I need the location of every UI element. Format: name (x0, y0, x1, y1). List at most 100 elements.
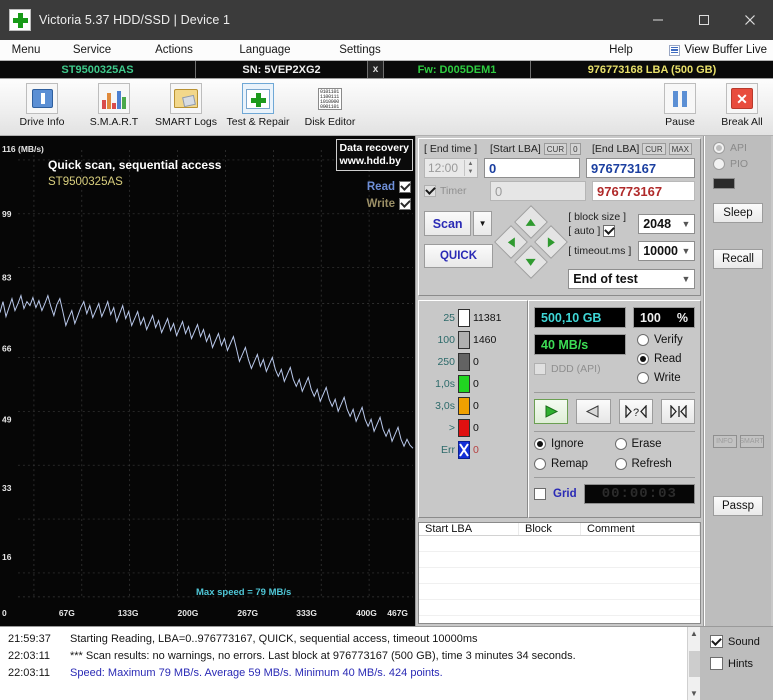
defects-table[interactable]: Start LBA Block Comment (418, 522, 701, 624)
start-lba-cur-button[interactable]: CUR (543, 143, 568, 155)
svg-text:467G: 467G (387, 608, 408, 618)
block-swatch-3 (458, 375, 470, 393)
step-query-button[interactable]: ? (618, 399, 653, 424)
legend-read-checkbox[interactable] (399, 181, 411, 193)
view-buffer-live-button[interactable]: View Buffer Live (669, 44, 767, 56)
ignore-radio-dot (534, 438, 546, 450)
scan-settings-panel: [ End time ] [Start LBA] CUR 0 [End LBA]… (418, 138, 701, 296)
action-remap-label: Remap (551, 458, 589, 470)
action-remap-radio[interactable]: Remap (534, 458, 615, 470)
block-row-5: > 0 (425, 417, 523, 439)
rail-small-right-button[interactable]: SMART (739, 435, 764, 448)
column-start-lba: Start LBA (419, 523, 519, 535)
menu-item-service[interactable]: Service (52, 40, 132, 60)
quick-button[interactable]: QUICK (424, 244, 493, 268)
legend-write-row[interactable]: Write (366, 198, 411, 210)
buffer-lines-icon (669, 44, 681, 56)
percent-readout: 100 % (633, 307, 695, 328)
toolbar-smart[interactable]: S.M.A.R.T (78, 81, 150, 134)
toolbar-drive-info[interactable]: Drive Info (6, 81, 78, 134)
navigation-pad[interactable] (494, 205, 568, 279)
mode-write-radio[interactable]: Write (637, 372, 695, 384)
block-count-5: 0 (473, 422, 479, 434)
block-size-select[interactable]: 2048 ▼ (638, 214, 695, 234)
watermark-badge: Data recovery www.hdd.by (335, 139, 413, 171)
sleep-button[interactable]: Sleep (713, 203, 763, 223)
pio-label: PIO (730, 158, 749, 170)
block-row-1: 100 1460 (425, 329, 523, 351)
timer-checkbox[interactable] (424, 185, 436, 197)
svg-text:133G: 133G (118, 608, 139, 618)
table-row (419, 616, 700, 623)
toolbar-break-all[interactable]: ✕ Break All (711, 81, 773, 134)
menu-item-help[interactable]: Help (586, 40, 656, 60)
sound-option[interactable]: Sound (710, 635, 773, 648)
toolbar-smart-label: S.M.A.R.T (89, 116, 139, 128)
block-threshold-6: Err (441, 444, 455, 456)
block-row-4: 3,0s 0 (425, 395, 523, 417)
log-area: 21:59:37 Starting Reading, LBA=0..976773… (0, 626, 773, 700)
log-list[interactable]: 21:59:37 Starting Reading, LBA=0..976773… (0, 627, 687, 700)
end-time-spin-arrows[interactable]: ▲ ▼ (464, 160, 476, 176)
passport-button[interactable]: Passp (713, 496, 763, 516)
end-lba-max-button[interactable]: MAX (668, 143, 692, 155)
block-threshold-1: 100 (437, 334, 455, 346)
scroll-up-icon[interactable]: ▲ (690, 629, 698, 638)
menu-item-menu[interactable]: Menu (0, 40, 52, 60)
close-button[interactable] (727, 0, 773, 40)
start-lba-secondary-input[interactable]: 0 (490, 181, 586, 201)
end-time-spinner[interactable]: 12:00 ▲ ▼ (424, 158, 478, 178)
minimize-button[interactable] (635, 0, 681, 40)
maximize-button[interactable] (681, 0, 727, 40)
start-lba-zero-button[interactable]: 0 (570, 143, 581, 155)
speed-graph-canvas: 116 (MB/s) 99 83 66 49 33 16 0 67G 133G … (0, 136, 415, 623)
hints-checkbox[interactable] (710, 657, 723, 670)
pio-mode-radio[interactable]: PIO (713, 158, 748, 170)
play-button[interactable] (534, 399, 569, 424)
recall-button[interactable]: Recall (713, 249, 763, 269)
scan-button[interactable]: Scan (424, 211, 472, 236)
timeout-select[interactable]: 10000 ▼ (638, 241, 695, 261)
sound-checkbox[interactable] (710, 635, 723, 648)
end-lba-cur-button[interactable]: CUR (642, 143, 666, 155)
speed-readout: 40 MB/s (534, 334, 626, 355)
menu-item-settings[interactable]: Settings (314, 40, 406, 60)
toolbar-smart-logs[interactable]: SMART Logs (150, 81, 222, 134)
scroll-down-icon[interactable]: ▼ (690, 689, 698, 698)
action-refresh-radio[interactable]: Refresh (614, 458, 696, 470)
log-scrollbar[interactable]: ▲ ▼ (687, 627, 700, 700)
toolbar-test-repair[interactable]: Test & Repair (222, 81, 294, 134)
auto-checkbox[interactable] (603, 225, 616, 237)
action-ignore-radio[interactable]: Ignore (534, 438, 615, 450)
scan-dropdown-button[interactable]: ▼ (473, 211, 492, 236)
reverse-button[interactable] (576, 399, 611, 424)
end-lba-secondary-input[interactable]: 976773167 (592, 181, 695, 201)
toolbar-disk-editor[interactable]: 0101101 1100111 1010000 0001101 Disk Editor (294, 81, 366, 134)
start-lba-input[interactable]: 0 (484, 158, 580, 178)
rail-small-left-button[interactable]: INFO (712, 435, 737, 448)
end-of-test-select[interactable]: End of test ▼ (568, 269, 695, 289)
menu-item-actions[interactable]: Actions (132, 40, 216, 60)
block-swatch-2 (458, 353, 470, 371)
mode-read-radio[interactable]: Read (637, 353, 695, 365)
action-erase-radio[interactable]: Erase (614, 438, 696, 450)
step-end-button[interactable] (660, 399, 695, 424)
hints-option[interactable]: Hints (710, 657, 773, 670)
api-mode-radio[interactable]: API (713, 142, 747, 154)
menu-item-language[interactable]: Language (216, 40, 314, 60)
mode-verify-radio[interactable]: Verify (637, 334, 695, 346)
drive-close-icon[interactable]: x (368, 61, 384, 78)
legend-write-checkbox[interactable] (399, 198, 411, 210)
end-lba-input[interactable]: 976773167 (586, 158, 695, 178)
ddd-api-checkbox[interactable] (534, 363, 546, 375)
rail-small-buttons: INFO SMART (712, 435, 764, 448)
legend-read-row[interactable]: Read (366, 181, 411, 193)
remap-radio-dot (534, 458, 546, 470)
speed-graph[interactable]: 116 (MB/s) 99 83 66 49 33 16 0 67G 133G … (0, 136, 416, 626)
api-radio-dot (713, 142, 725, 154)
block-swatch-1 (458, 331, 470, 349)
disk-editor-icon: 0101101 1100111 1010000 0001101 (314, 83, 346, 114)
grid-checkbox[interactable] (534, 488, 546, 500)
toolbar-pause[interactable]: Pause (649, 81, 711, 134)
scrollbar-thumb[interactable] (688, 650, 700, 677)
